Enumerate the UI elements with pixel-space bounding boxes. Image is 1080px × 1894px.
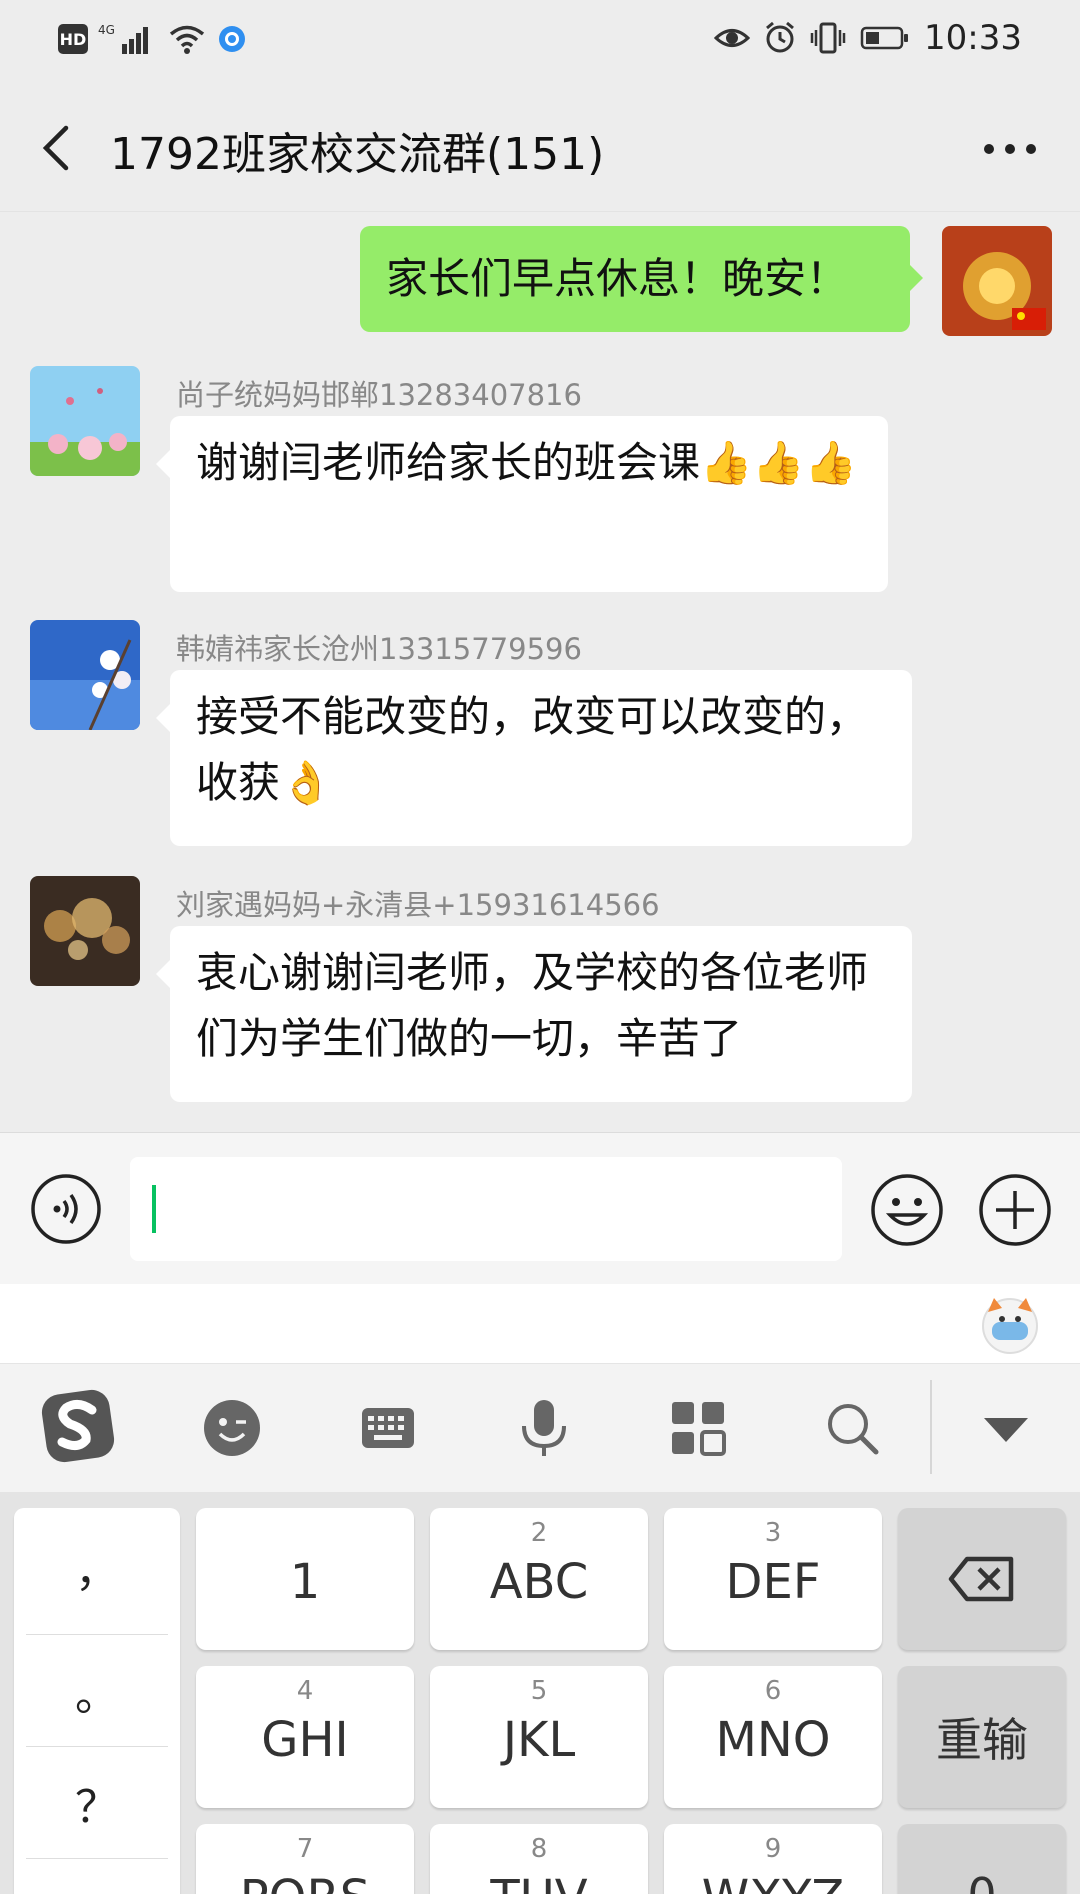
ime-toolbar bbox=[0, 1364, 1080, 1492]
status-left: HD 4G bbox=[58, 22, 248, 56]
bubble-tail bbox=[156, 960, 170, 988]
key-number: 5 bbox=[530, 1676, 548, 1706]
sender-name: 刘家遇妈妈+永清县+15931614566 bbox=[176, 888, 660, 922]
key-8[interactable]: 8 TUV bbox=[430, 1824, 648, 1894]
status-right: 10:33 bbox=[714, 18, 1022, 58]
sender-name: 尚子统妈妈邯郸13283407816 bbox=[176, 378, 582, 412]
key-letters: 1 bbox=[289, 1554, 321, 1610]
key-6[interactable]: 6 MNO bbox=[664, 1666, 882, 1808]
key-letters: DEF bbox=[725, 1554, 821, 1610]
punct-key[interactable]: 。 bbox=[26, 1636, 168, 1746]
eye-icon bbox=[714, 29, 751, 47]
key-number: 4 bbox=[296, 1676, 314, 1706]
key-3[interactable]: 3 DEF bbox=[664, 1508, 882, 1650]
reset-key-label: 重输 bbox=[936, 1713, 1028, 1767]
search-icon[interactable] bbox=[818, 1394, 886, 1462]
alarm-icon bbox=[766, 21, 794, 53]
chat-header: 1792班家校交流群(151) bbox=[0, 82, 1080, 212]
back-arrow-icon[interactable] bbox=[34, 120, 84, 176]
avatar-sender-3[interactable] bbox=[30, 876, 140, 986]
key-9[interactable]: 9 WXYZ bbox=[664, 1824, 882, 1894]
key-number: 6 bbox=[764, 1676, 782, 1706]
message-bubble[interactable]: 接受不能改变的，改变可以改变的，收获👌 bbox=[170, 670, 912, 846]
key-0[interactable]: 0 bbox=[898, 1824, 1066, 1894]
key-4[interactable]: 4 GHI bbox=[196, 1666, 414, 1808]
message-bubble[interactable]: 衷心谢谢闫老师，及学校的各位老师们为学生们做的一切，辛苦了 bbox=[170, 926, 912, 1102]
sender-name: 韩婧祎家长沧州13315779596 bbox=[176, 632, 582, 666]
key-number: 3 bbox=[764, 1518, 782, 1548]
key-number: 2 bbox=[530, 1518, 548, 1548]
key-2[interactable]: 2 ABC bbox=[430, 1508, 648, 1650]
wifi-icon bbox=[169, 25, 205, 54]
grid-menu-icon[interactable] bbox=[664, 1394, 732, 1462]
bubble-tail bbox=[156, 450, 170, 478]
plus-icon[interactable] bbox=[978, 1173, 1052, 1247]
toolbar-divider bbox=[930, 1380, 932, 1474]
message-text: 家长们早点休息！晚安！ bbox=[386, 254, 849, 303]
more-options-icon[interactable] bbox=[982, 142, 1038, 156]
punct-key[interactable]: ？ bbox=[26, 1748, 168, 1858]
reset-key[interactable]: 重输 bbox=[898, 1666, 1066, 1808]
punct-key[interactable]: ！ bbox=[26, 1860, 168, 1894]
backspace-key[interactable] bbox=[898, 1508, 1066, 1650]
emoji-icon[interactable] bbox=[870, 1173, 944, 1247]
key-letters: MNO bbox=[715, 1712, 831, 1768]
message-input[interactable] bbox=[130, 1157, 842, 1261]
message-bubble[interactable]: 谢谢闫老师给家长的班会课👍👍👍 bbox=[170, 416, 888, 592]
message-text: 衷心谢谢闫老师，及学校的各位老师们为学生们做的一切，辛苦了 bbox=[196, 948, 869, 1063]
microphone-icon[interactable] bbox=[510, 1394, 578, 1462]
bubble-tail bbox=[156, 704, 170, 732]
punctuation-column[interactable]: ， 。 ？ ！ bbox=[14, 1508, 180, 1894]
key-7[interactable]: 7 PQRS bbox=[196, 1824, 414, 1894]
key-number: 9 bbox=[764, 1834, 782, 1864]
ime-mascot-icon[interactable] bbox=[978, 1292, 1042, 1356]
status-bar: HD 4G 10:33 bbox=[0, 0, 1080, 82]
emoji-wink-icon[interactable] bbox=[198, 1394, 266, 1462]
vibrate-icon bbox=[810, 22, 846, 54]
key-number: 8 bbox=[530, 1834, 548, 1864]
bubble-tail bbox=[909, 264, 923, 292]
input-bar bbox=[0, 1132, 1080, 1284]
backspace-icon bbox=[948, 1556, 1014, 1602]
key-5[interactable]: 5 JKL bbox=[430, 1666, 648, 1808]
voice-input-icon[interactable] bbox=[30, 1173, 102, 1245]
message-text: 谢谢闫老师给家长的班会课👍👍👍 bbox=[196, 438, 857, 487]
punct-divider bbox=[26, 1634, 168, 1635]
clock: 10:33 bbox=[924, 18, 1022, 58]
chat-title: 1792班家校交流群(151) bbox=[110, 129, 605, 180]
avatar-sender-1[interactable] bbox=[30, 366, 140, 476]
signal-icon: 4G bbox=[98, 23, 148, 54]
battery-icon bbox=[860, 26, 909, 50]
collapse-keyboard-icon[interactable] bbox=[972, 1394, 1040, 1462]
ime-candidate-strip bbox=[0, 1284, 1080, 1364]
keyboard-icon[interactable] bbox=[354, 1394, 422, 1462]
hd-icon: HD bbox=[58, 24, 88, 54]
key-letters: ABC bbox=[489, 1554, 589, 1610]
key-number: 7 bbox=[296, 1834, 314, 1864]
sogou-logo-icon[interactable] bbox=[38, 1386, 118, 1466]
key-letters: TUV bbox=[430, 1870, 648, 1894]
avatar-me[interactable] bbox=[942, 226, 1052, 336]
text-caret bbox=[152, 1185, 156, 1233]
message-text: 接受不能改变的，改变可以改变的，收获👌 bbox=[196, 692, 869, 807]
svg-text:4G: 4G bbox=[98, 23, 115, 37]
keyboard: ， 。 ？ ！ 1 2 ABC 3 DEF 4 GHI 5 JKL 6 bbox=[0, 1492, 1080, 1894]
key-letters: WXYZ bbox=[664, 1870, 882, 1894]
punct-key[interactable]: ， bbox=[26, 1512, 168, 1622]
key-letters: JKL bbox=[502, 1712, 576, 1768]
punct-divider bbox=[26, 1858, 168, 1859]
punct-divider bbox=[26, 1746, 168, 1747]
key-letters: GHI bbox=[261, 1712, 349, 1768]
key-1[interactable]: 1 bbox=[196, 1508, 414, 1650]
browser-icon bbox=[219, 26, 245, 52]
message-list[interactable]: 家长们早点休息！晚安！ 尚子统妈妈邯郸13283407816 谢谢闫老师给家长的… bbox=[0, 212, 1080, 1132]
key-zero-label: 0 bbox=[898, 1824, 1066, 1894]
key-letters: PQRS bbox=[196, 1870, 414, 1894]
message-bubble-mine[interactable]: 家长们早点休息！晚安！ bbox=[360, 226, 910, 332]
avatar-sender-2[interactable] bbox=[30, 620, 140, 730]
